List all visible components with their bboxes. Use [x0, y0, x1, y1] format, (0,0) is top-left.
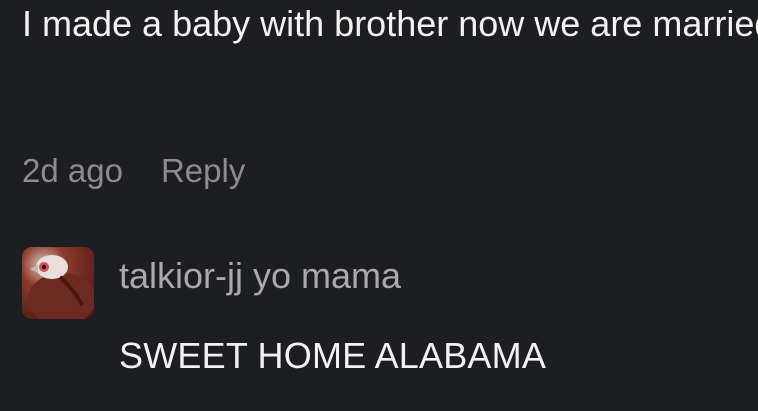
reply-author[interactable]: talkior-jj yo mama	[119, 255, 401, 297]
reply-comment: talkior-jj yo mama SWEET HOME ALABAMA	[22, 247, 742, 407]
comment-timestamp: 2d ago	[22, 152, 123, 189]
reply-button[interactable]: Reply	[161, 152, 245, 190]
bird-avatar-icon[interactable]	[22, 247, 94, 319]
comment-body: I made a baby with brother now we are ma…	[22, 3, 758, 44]
reply-body: SWEET HOME ALABAMA	[119, 335, 547, 376]
comment-meta: 2d ago Reply	[22, 152, 245, 190]
